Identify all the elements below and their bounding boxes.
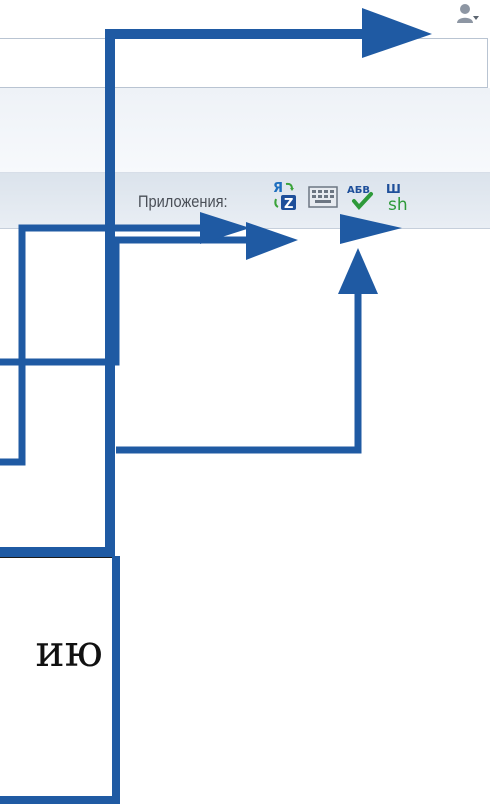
menu-band bbox=[0, 88, 490, 173]
keyboard-icon[interactable] bbox=[308, 179, 340, 215]
translit-icon[interactable]: Я Z bbox=[270, 179, 302, 215]
translit-glyph-top: Я bbox=[273, 181, 283, 196]
apps-toolbar: Приложения: Я Z АБВ Ш sh bbox=[0, 173, 490, 229]
translit-glyph-bottom: Z bbox=[284, 197, 293, 212]
arrow-line-spellcheck bbox=[0, 236, 250, 366]
sh-glyph-bottom: sh bbox=[388, 195, 408, 215]
top-window-area bbox=[0, 0, 490, 38]
arrowhead-sh-up bbox=[338, 248, 378, 294]
caption-box: ию bbox=[0, 556, 118, 798]
caption-text: ию bbox=[35, 626, 103, 677]
spellcheck-glyph: АБВ bbox=[347, 185, 370, 196]
apps-label: Приложения: bbox=[138, 192, 228, 211]
arrow-line-translit bbox=[0, 224, 210, 466]
spellcheck-icon[interactable]: АБВ bbox=[346, 179, 378, 215]
sh-icon[interactable]: Ш sh bbox=[382, 179, 414, 215]
sh-glyph-top: Ш bbox=[386, 182, 401, 196]
user-menu-icon[interactable] bbox=[455, 2, 481, 26]
arrow-line-sh bbox=[116, 290, 362, 454]
address-bar[interactable] bbox=[0, 38, 488, 88]
